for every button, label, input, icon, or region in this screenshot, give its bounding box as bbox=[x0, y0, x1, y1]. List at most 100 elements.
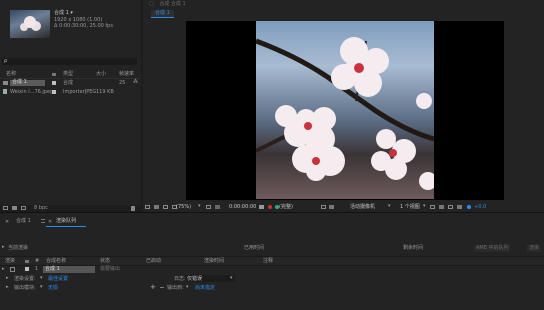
comp-thumbnail bbox=[10, 10, 50, 38]
col-num[interactable]: # bbox=[35, 259, 39, 264]
expand-arrow-icon[interactable]: ▸ bbox=[6, 276, 9, 281]
views-dropdown[interactable]: 1 个视图 bbox=[400, 205, 420, 210]
snapshot-icon[interactable] bbox=[163, 205, 168, 209]
chevron-down-icon[interactable]: ▾ bbox=[186, 285, 189, 290]
always-preview-icon[interactable] bbox=[145, 205, 150, 209]
col-comment[interactable]: 注释 bbox=[263, 259, 273, 264]
current-render-label: 当前渲染 bbox=[8, 245, 29, 251]
output-module-row: ▸ 输出模块: ▾ 无损 + 输出到: ▾ 尚未指定 bbox=[0, 284, 544, 292]
log-label: 日志: bbox=[174, 276, 186, 282]
new-folder-icon[interactable] bbox=[12, 206, 17, 210]
show-channel-icon[interactable] bbox=[268, 205, 272, 209]
col-fps[interactable]: 帧速率 bbox=[119, 72, 134, 77]
comp-name-label[interactable]: 合成 1 ▾ bbox=[54, 11, 73, 16]
col-type[interactable]: 类型 bbox=[63, 72, 73, 77]
layout-icon[interactable] bbox=[430, 205, 435, 209]
tag-icon[interactable] bbox=[52, 73, 56, 76]
render-checkbox[interactable] bbox=[10, 267, 15, 272]
timeline-icon[interactable] bbox=[448, 205, 453, 209]
image-file-icon bbox=[3, 89, 7, 94]
tab-render-queue[interactable]: ✕ 渲染队列 bbox=[46, 217, 86, 227]
label-color-chip[interactable] bbox=[25, 267, 29, 271]
elapsed-label: 已用时间 bbox=[244, 245, 265, 251]
bpc-label[interactable]: 8 bpc bbox=[34, 206, 48, 211]
comp-duration-label: Δ 0:00:30:00, 25.00 fps bbox=[54, 23, 113, 29]
zoom-dropdown[interactable]: (75%) bbox=[176, 204, 200, 210]
flowchart-icon[interactable] bbox=[457, 205, 462, 209]
project-item-image[interactable]: Weixin I...76.jpeg ImporterJPEG 119 KB bbox=[0, 88, 141, 96]
output-module-label: 输出模块: bbox=[14, 285, 36, 291]
fast-preview-icon[interactable] bbox=[439, 205, 444, 209]
tag-icon[interactable] bbox=[25, 260, 29, 263]
new-comp-icon[interactable] bbox=[21, 206, 26, 210]
trash-icon[interactable] bbox=[131, 206, 135, 211]
log-dropdown[interactable]: 仅错误 ▾ bbox=[185, 275, 235, 282]
3d-ground-icon[interactable] bbox=[154, 205, 159, 209]
item-type: ImporterJPEG bbox=[63, 89, 97, 95]
toggle-transparency-icon[interactable] bbox=[329, 205, 334, 209]
exposure-value[interactable]: +0.0 bbox=[474, 205, 486, 210]
item-number: 1 bbox=[35, 266, 39, 272]
search-icon: ρ bbox=[4, 58, 8, 64]
render-queue-item[interactable]: ▸ 1 合成 1 需要输出 bbox=[0, 265, 544, 274]
item-name: 合成 1 bbox=[10, 80, 45, 86]
chevron-down-icon: ▾ bbox=[198, 203, 201, 209]
item-name: Weixin I...76.jpeg bbox=[10, 89, 54, 95]
add-output-icon[interactable]: + bbox=[150, 284, 156, 291]
log-value: 仅错误 bbox=[187, 276, 203, 282]
output-to-value[interactable]: 尚未指定 bbox=[195, 286, 215, 291]
reset-exposure-icon[interactable] bbox=[467, 205, 471, 209]
project-item-comp[interactable]: 合成 1 合成 25 ⁂ bbox=[0, 79, 141, 87]
render-settings-row: ▸ 渲染设置: ▾ 最佳设置 日志: 仅错误 ▾ bbox=[0, 275, 544, 283]
cherry-blossom-image bbox=[256, 37, 434, 190]
col-status[interactable]: 状态 bbox=[100, 259, 110, 264]
render-settings-value[interactable]: 最佳设置 bbox=[48, 277, 68, 282]
remove-output-icon[interactable] bbox=[160, 287, 164, 288]
chevron-down-icon[interactable]: ▾ bbox=[40, 276, 43, 281]
lock-icon[interactable]: ▢ bbox=[149, 1, 154, 7]
col-comp-name[interactable]: 合成名称 bbox=[46, 259, 66, 264]
item-fps: 25 bbox=[119, 80, 126, 86]
col-render[interactable]: 渲染 bbox=[5, 259, 15, 264]
quality-dropdown[interactable]: (完整) bbox=[279, 205, 293, 210]
menu-icon[interactable] bbox=[41, 219, 45, 223]
project-panel: 合成 1 ▾ 1920 x 1080 (1.00) Δ 0:00:30:00, … bbox=[0, 0, 141, 211]
comp-icon bbox=[3, 81, 8, 85]
tab-comp-label: 合成 1 bbox=[16, 218, 31, 224]
render-button[interactable]: 渲染 bbox=[527, 245, 542, 252]
output-module-value[interactable]: 无损 bbox=[48, 286, 58, 291]
col-name[interactable]: 名称 bbox=[6, 72, 16, 77]
interpret-footage-icon[interactable] bbox=[3, 206, 8, 210]
label-color-chip[interactable] bbox=[52, 81, 56, 85]
viewer-toolbar: (75%) ▾ 0:00:00:00 (完整) 活动摄像机 ▾ 1 个视图 ▾ … bbox=[143, 203, 544, 212]
chevron-down-icon: ▾ bbox=[230, 275, 233, 281]
resolution-icon[interactable] bbox=[206, 205, 211, 209]
label-color-chip[interactable] bbox=[52, 90, 56, 94]
region-icon[interactable] bbox=[321, 205, 326, 209]
viewer-tab[interactable]: 合成 1 bbox=[151, 10, 174, 18]
chevron-down-icon[interactable]: ▾ bbox=[40, 285, 43, 290]
current-render-row: ▸ 当前渲染 已用时间 剩余时间 AME 中的队列 渲染 bbox=[0, 244, 544, 252]
expand-arrow-icon[interactable]: ▸ bbox=[2, 245, 5, 250]
item-status: 需要输出 bbox=[100, 266, 121, 272]
item-name-text: 合成 1 bbox=[12, 79, 27, 85]
close-icon[interactable]: ✕ bbox=[48, 219, 52, 225]
col-started[interactable]: 已启动 bbox=[146, 259, 161, 264]
col-size[interactable]: 大小 bbox=[96, 72, 106, 77]
zoom-label: (75%) bbox=[176, 204, 192, 210]
close-icon[interactable]: ✕ bbox=[5, 219, 9, 225]
expand-arrow-icon[interactable]: ▸ bbox=[2, 267, 5, 272]
timecode-label[interactable]: 0:00:00:00 bbox=[229, 205, 256, 210]
viewer-header-label: 合成 合成 1 bbox=[159, 1, 186, 7]
camera-snapshot-icon[interactable] bbox=[259, 205, 264, 209]
expand-arrow-icon[interactable]: ▸ bbox=[6, 285, 9, 290]
output-to-label: 输出到: bbox=[167, 285, 184, 291]
chevron-down-icon: ▾ bbox=[388, 203, 391, 209]
transparency-grid-icon[interactable] bbox=[215, 205, 220, 209]
project-search-input[interactable]: ρ bbox=[2, 58, 137, 65]
photo-layer[interactable] bbox=[256, 21, 434, 199]
col-render-time[interactable]: 渲染时间 bbox=[204, 259, 224, 264]
ame-queue-button[interactable]: AME 中的队列 bbox=[474, 245, 511, 252]
camera-dropdown[interactable]: 活动摄像机 bbox=[350, 205, 375, 210]
item-comp-name: 合成 1 bbox=[43, 266, 95, 273]
